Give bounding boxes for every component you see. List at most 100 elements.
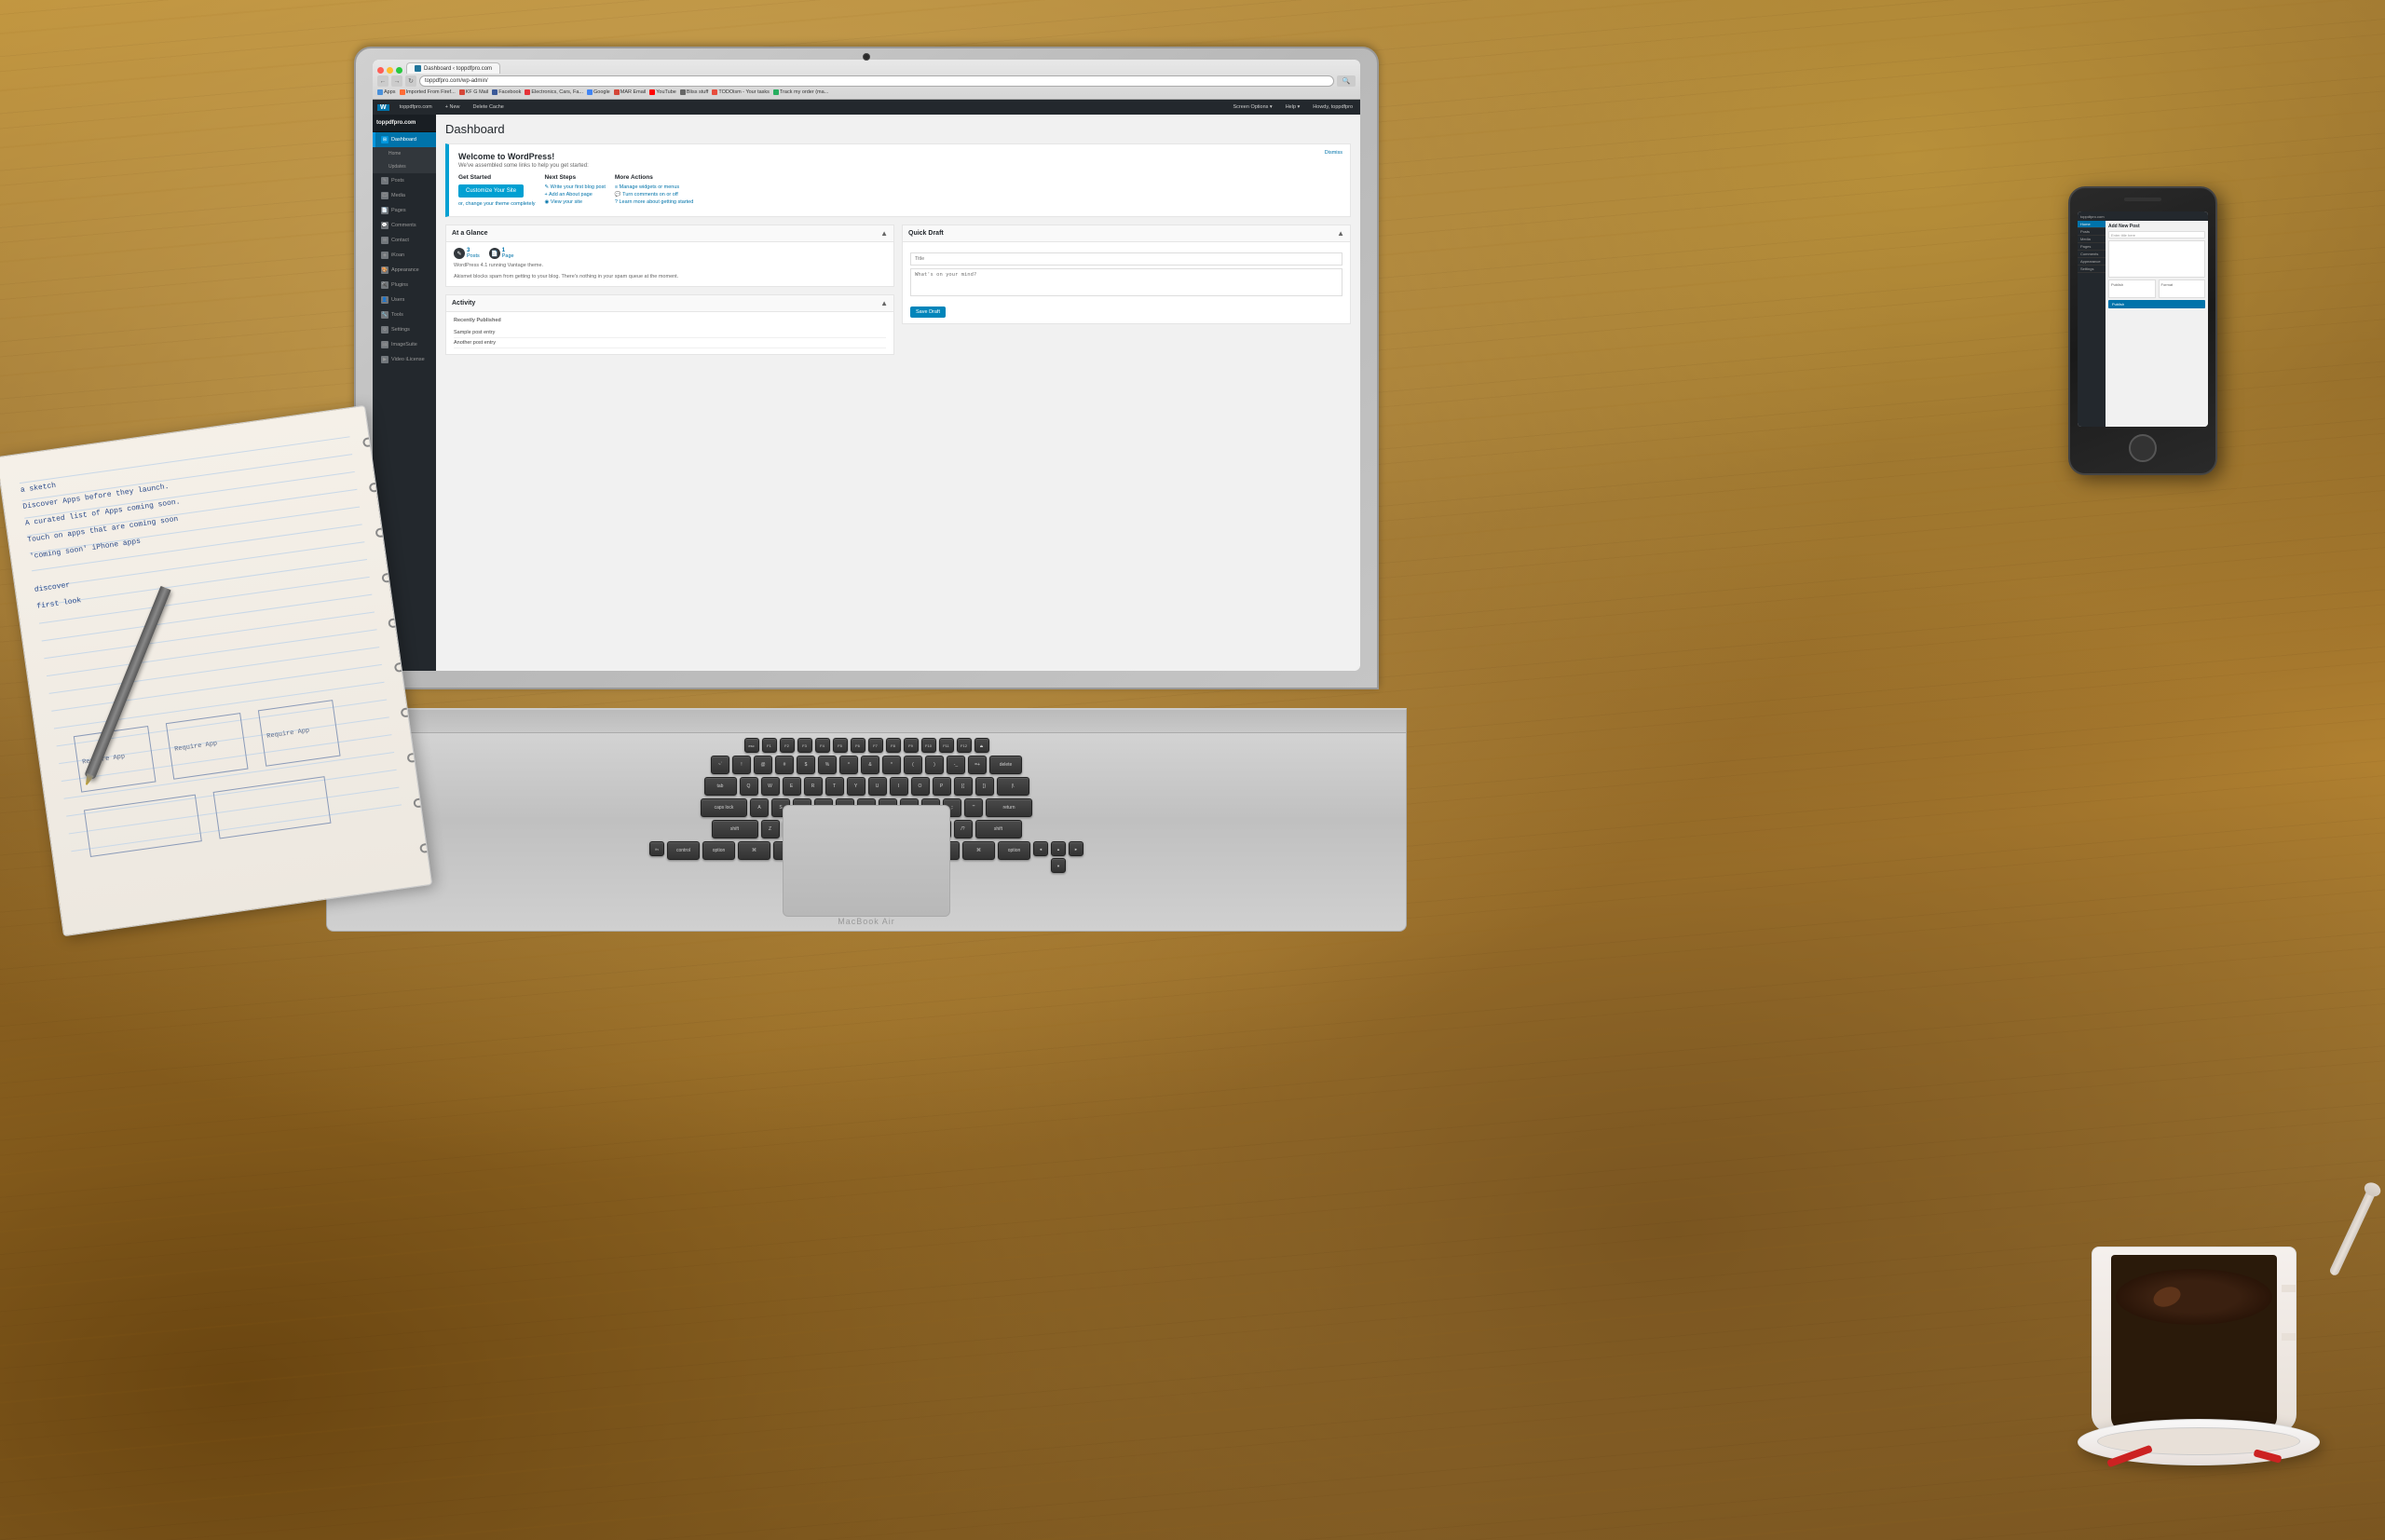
trackpad[interactable] (783, 805, 950, 917)
key-fn[interactable]: fn (649, 841, 664, 856)
key-f10[interactable]: F10 (921, 738, 936, 753)
key-alt[interactable]: option (702, 841, 735, 860)
sidebar-item-updates[interactable]: Updates (373, 160, 436, 173)
search-icon[interactable]: 🔍 (1337, 75, 1356, 87)
key-right-shift[interactable]: shift (975, 820, 1022, 838)
key-equals[interactable]: =+ (968, 756, 987, 774)
sidebar-item-home[interactable]: Home (373, 147, 436, 160)
key-down-arrow[interactable]: ▼ (1051, 858, 1066, 873)
wp-logo-item[interactable]: W (377, 104, 389, 111)
view-site-link[interactable]: ◉ View your site (545, 199, 606, 205)
screen-options-item[interactable]: Screen Options ▾ (1230, 104, 1274, 110)
key-backtick[interactable]: ~` (711, 756, 729, 774)
key-3[interactable]: # (775, 756, 794, 774)
key-f1[interactable]: F1 (762, 738, 777, 753)
key-f7[interactable]: F7 (868, 738, 883, 753)
key-i[interactable]: I (890, 777, 908, 796)
key-6[interactable]: ^ (839, 756, 858, 774)
key-p[interactable]: P (933, 777, 951, 796)
bookmark-apps[interactable]: Apps (377, 89, 396, 95)
phone-publish-button[interactable]: Publish (2108, 300, 2205, 308)
refresh-button[interactable]: ↻ (405, 75, 416, 87)
phone-sidebar-item-2[interactable]: Posts (2078, 228, 2106, 236)
bookmark-imported[interactable]: Imported From Firef... (400, 89, 456, 95)
back-button[interactable]: ← (377, 75, 388, 87)
key-open-bracket[interactable]: [{ (954, 777, 973, 796)
bookmark-youtube[interactable]: YouTube (649, 89, 676, 95)
key-e[interactable]: E (783, 777, 801, 796)
key-left-cmd[interactable]: ⌘ (738, 841, 770, 860)
quick-draft-body-textarea[interactable] (910, 268, 1342, 296)
minimize-window-btn[interactable] (387, 67, 393, 74)
sidebar-item-settings[interactable]: ⚙ Settings (373, 322, 436, 337)
key-7[interactable]: & (861, 756, 879, 774)
delete-cache-item[interactable]: Delete Cache (470, 104, 507, 110)
sidebar-item-users[interactable]: 👤 Users (373, 293, 436, 307)
key-esc[interactable]: esc (744, 738, 759, 753)
activity-toggle[interactable]: ▲ (880, 299, 888, 307)
key-slash[interactable]: /? (954, 820, 973, 838)
key-z[interactable]: Z (761, 820, 780, 838)
key-8[interactable]: * (882, 756, 901, 774)
key-f2[interactable]: F2 (780, 738, 795, 753)
key-q[interactable]: Q (740, 777, 758, 796)
key-f11[interactable]: F11 (939, 738, 954, 753)
key-left-arrow[interactable]: ◄ (1033, 841, 1048, 856)
key-close-bracket[interactable]: ]} (975, 777, 994, 796)
manage-widgets-link[interactable]: ≡ Manage widgets or menus (615, 184, 693, 190)
key-left-shift[interactable]: shift (712, 820, 758, 838)
customize-site-button[interactable]: Customize Your Site (458, 184, 524, 198)
sidebar-item-imagesuite[interactable]: 🖼 ImageSuite (373, 337, 436, 352)
phone-sidebar-item-1[interactable]: Home (2078, 221, 2106, 228)
active-browser-tab[interactable]: Dashboard ‹ toppdfpro.com (406, 62, 500, 74)
key-delete[interactable]: delete (989, 756, 1022, 774)
change-theme-link[interactable]: or, change your theme completely (458, 201, 536, 207)
forward-button[interactable]: → (391, 75, 402, 87)
quick-draft-toggle[interactable]: ▲ (1337, 229, 1344, 238)
key-backslash[interactable]: |\ (997, 777, 1029, 796)
save-draft-button[interactable]: Save Draft (910, 307, 946, 318)
key-f12[interactable]: F12 (957, 738, 972, 753)
bookmark-electronics[interactable]: Electronics, Cars, Fa... (525, 89, 583, 95)
bookmark-gmail[interactable]: KF G Mail (459, 89, 488, 95)
sidebar-item-contact[interactable]: ✉ Contact (373, 233, 436, 248)
bookmark-bliss[interactable]: Bliss stuff (680, 89, 708, 95)
site-name-item[interactable]: toppdfpro.com (397, 104, 435, 110)
key-1[interactable]: ! (732, 756, 751, 774)
key-f5[interactable]: F5 (833, 738, 848, 753)
key-right-alt[interactable]: option (998, 841, 1030, 860)
address-bar[interactable]: toppdfpro.com/wp-admin/ (419, 75, 1334, 87)
at-a-glance-toggle[interactable]: ▲ (880, 229, 888, 238)
key-0[interactable]: ) (925, 756, 944, 774)
phone-title-field[interactable]: Enter title here (2108, 231, 2205, 238)
bookmark-google[interactable]: Google (587, 89, 610, 95)
key-f6[interactable]: F6 (851, 738, 865, 753)
key-minus[interactable]: -_ (947, 756, 965, 774)
key-f4[interactable]: F4 (815, 738, 830, 753)
bookmark-mail[interactable]: MAR Email (614, 89, 647, 95)
key-control[interactable]: control (667, 841, 700, 860)
add-about-page-link[interactable]: + Add an About page (545, 192, 606, 198)
sidebar-item-media[interactable]: 🎞 Media (373, 188, 436, 203)
phone-sidebar-item-4[interactable]: Pages (2078, 243, 2106, 251)
key-2[interactable]: @ (754, 756, 772, 774)
bookmark-facebook[interactable]: Facebook (492, 89, 521, 95)
phone-sidebar-item-6[interactable]: Appearance (2078, 258, 2106, 266)
phone-sidebar-item-3[interactable]: Media (2078, 236, 2106, 243)
key-f9[interactable]: F9 (904, 738, 919, 753)
key-r[interactable]: R (804, 777, 823, 796)
sidebar-item-comments[interactable]: 💬 Comments (373, 218, 436, 233)
key-tab[interactable]: tab (704, 777, 737, 796)
key-u[interactable]: U (868, 777, 887, 796)
sidebar-item-ikoan[interactable]: ◈ iKoan (373, 248, 436, 263)
welcome-dismiss-btn[interactable]: Dismiss (1325, 150, 1342, 156)
sidebar-item-appearance[interactable]: 🎨 Appearance (373, 263, 436, 278)
new-item[interactable]: + New (443, 104, 463, 110)
close-window-btn[interactable] (377, 67, 384, 74)
phone-sidebar-item-7[interactable]: Settings (2078, 266, 2106, 273)
maximize-window-btn[interactable] (396, 67, 402, 74)
key-right-cmd[interactable]: ⌘ (962, 841, 995, 860)
key-up-arrow[interactable]: ▲ (1051, 841, 1066, 856)
quick-draft-title-input[interactable] (910, 252, 1342, 266)
sidebar-item-dashboard[interactable]: ⊞ Dashboard (373, 132, 436, 147)
